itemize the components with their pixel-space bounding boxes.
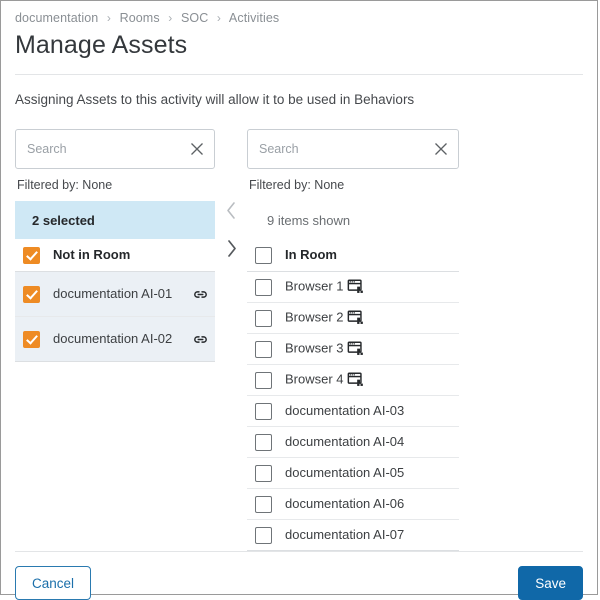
row-label: documentation AI-02 <box>53 330 173 346</box>
save-button[interactable]: Save <box>518 566 583 600</box>
left-list: Not in Room documentation AI-01 document… <box>15 239 215 363</box>
left-list-header-row[interactable]: Not in Room <box>15 239 215 273</box>
breadcrumb-separator: › <box>216 11 222 25</box>
row-label: Browser 1 <box>285 278 344 294</box>
list-item[interactable]: Browser 3 <box>247 334 459 366</box>
row-checkbox[interactable] <box>23 285 40 303</box>
left-header-checkbox[interactable] <box>23 246 40 264</box>
right-header-checkbox[interactable] <box>255 246 272 264</box>
list-item[interactable]: Browser 4 <box>247 365 459 397</box>
list-item[interactable]: Browser 1 <box>247 272 459 304</box>
left-selected-count: 2 selected <box>15 201 215 240</box>
manage-assets-dialog: documentation › Rooms › SOC › Activities… <box>0 0 598 600</box>
right-list-header-row[interactable]: In Room <box>247 239 459 273</box>
list-item[interactable]: documentation AI-03 <box>247 396 459 428</box>
row-checkbox[interactable] <box>255 526 272 544</box>
browser-window-icon <box>347 278 365 296</box>
move-right-button[interactable] <box>220 237 242 259</box>
row-checkbox[interactable] <box>255 433 272 451</box>
not-in-room-panel: Filtered by: None 2 selected Not in Room… <box>15 129 215 363</box>
page-subtitle: Assigning Assets to this activity will a… <box>15 92 415 108</box>
list-item[interactable]: documentation AI-01 <box>15 272 215 318</box>
right-filtered-by: Filtered by: None <box>249 178 345 193</box>
row-label: documentation AI-06 <box>285 495 405 511</box>
right-search-box[interactable] <box>247 129 459 170</box>
row-label: Browser 4 <box>285 371 344 387</box>
breadcrumb-item-activities[interactable]: Activities <box>229 11 279 25</box>
breadcrumb-item-rooms[interactable]: Rooms <box>120 11 160 25</box>
list-item[interactable]: documentation AI-06 <box>247 489 459 521</box>
row-checkbox[interactable] <box>255 402 272 420</box>
breadcrumb: documentation › Rooms › SOC › Activities <box>1 1 597 25</box>
left-header-label: Not in Room <box>53 246 131 262</box>
link-icon[interactable] <box>192 286 209 303</box>
right-list: In Room Browser 1 Browser 2 Browser 3 Br… <box>247 239 459 552</box>
list-item[interactable]: documentation AI-02 <box>15 317 215 363</box>
page-title: Manage Assets <box>15 31 188 59</box>
browser-window-icon <box>347 371 365 389</box>
list-item[interactable]: documentation AI-04 <box>247 427 459 459</box>
row-checkbox[interactable] <box>255 495 272 513</box>
row-label: documentation AI-01 <box>53 285 173 301</box>
row-checkbox[interactable] <box>255 278 272 296</box>
row-checkbox[interactable] <box>23 330 40 348</box>
left-search-box[interactable] <box>15 129 215 170</box>
dialog-footer: Cancel Save <box>1 552 597 600</box>
transfer-controls <box>215 129 247 259</box>
row-label: documentation AI-05 <box>285 464 405 480</box>
breadcrumb-item-documentation[interactable]: documentation <box>15 11 98 25</box>
breadcrumb-item-soc[interactable]: SOC <box>181 11 208 25</box>
breadcrumb-separator: › <box>106 11 111 25</box>
row-checkbox[interactable] <box>255 371 272 389</box>
row-label: documentation AI-07 <box>285 526 405 542</box>
list-item[interactable]: documentation AI-07 <box>247 520 459 552</box>
list-item[interactable]: documentation AI-05 <box>247 458 459 490</box>
transfer-lists: Filtered by: None 2 selected Not in Room… <box>1 107 597 552</box>
browser-window-icon <box>347 340 365 358</box>
left-filtered-by: Filtered by: None <box>17 178 113 193</box>
row-checkbox[interactable] <box>255 309 272 327</box>
right-search-input[interactable] <box>248 130 458 169</box>
link-icon[interactable] <box>192 331 209 348</box>
list-item[interactable]: Browser 2 <box>247 303 459 335</box>
browser-window-icon <box>347 309 365 327</box>
right-items-count: 9 items shown <box>267 212 351 228</box>
row-label: Browser 3 <box>285 340 344 356</box>
left-search-clear-icon[interactable] <box>188 140 206 158</box>
row-label: documentation AI-04 <box>285 433 405 449</box>
row-checkbox[interactable] <box>255 464 272 482</box>
row-checkbox[interactable] <box>255 340 272 358</box>
right-search-clear-icon[interactable] <box>432 140 450 158</box>
in-room-panel: Filtered by: None 9 items shown In Room … <box>247 129 459 552</box>
move-left-button[interactable] <box>220 199 242 221</box>
row-label: Browser 2 <box>285 309 344 325</box>
cancel-button[interactable]: Cancel <box>15 566 92 600</box>
row-label: documentation AI-03 <box>285 402 405 418</box>
right-header-label: In Room <box>285 246 337 262</box>
left-search-input[interactable] <box>16 130 214 169</box>
breadcrumb-separator: › <box>168 11 173 25</box>
